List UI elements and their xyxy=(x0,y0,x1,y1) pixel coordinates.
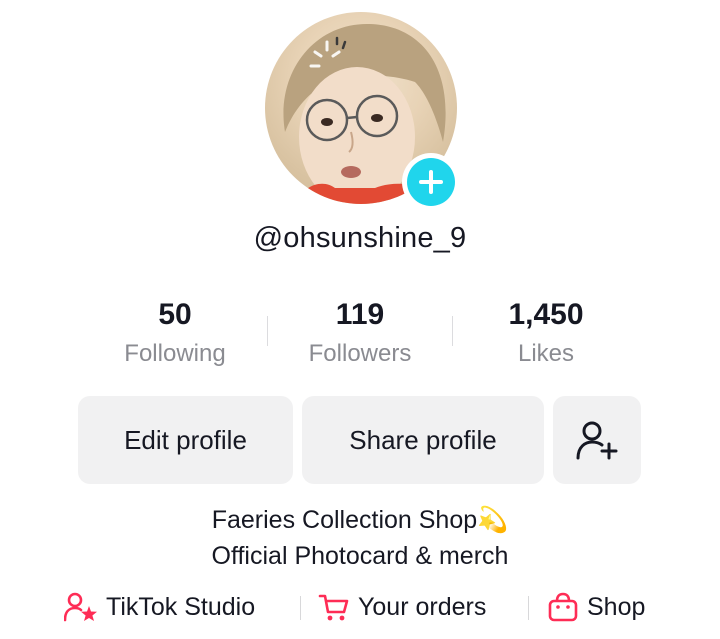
share-profile-label: Share profile xyxy=(349,424,497,455)
edit-profile-button[interactable]: Edit profile xyxy=(78,396,293,484)
add-avatar-button[interactable] xyxy=(402,153,460,211)
dizzy-emoji: 💫 xyxy=(477,506,509,534)
username: @ohsunshine_9 xyxy=(253,222,467,254)
edit-profile-label: Edit profile xyxy=(124,424,247,455)
following-label: Following xyxy=(124,340,226,367)
bio-line-1: Faeries Collection Shop💫 xyxy=(0,502,720,538)
following-count: 50 xyxy=(158,298,192,331)
creator-star-icon xyxy=(64,592,97,622)
tiktok-studio-link[interactable]: TikTok Studio xyxy=(64,588,255,626)
profile-avatar-container[interactable] xyxy=(265,12,460,211)
shop-label: Shop xyxy=(587,592,646,621)
plus-icon xyxy=(407,158,455,206)
shop-link[interactable]: Shop xyxy=(547,588,645,626)
stat-followers[interactable]: 119 Followers xyxy=(270,295,450,371)
likes-count: 1,450 xyxy=(508,298,584,331)
likes-label: Likes xyxy=(517,340,575,367)
stats-divider xyxy=(452,316,453,346)
stat-likes[interactable]: 1,450 Likes xyxy=(456,295,636,371)
profile-links-row: TikTok Studio Your orders Shop xyxy=(0,588,720,626)
person-add-icon xyxy=(576,421,618,460)
followers-label: Followers xyxy=(308,340,412,367)
links-separator xyxy=(300,596,301,620)
cart-icon xyxy=(318,594,349,621)
shopping-bag-icon xyxy=(548,592,578,622)
stats-divider xyxy=(267,316,268,346)
your-orders-label: Your orders xyxy=(358,592,487,621)
profile-stats: 50 Following 119 Followers 1,450 Likes xyxy=(80,295,640,375)
followers-count: 119 xyxy=(335,298,385,331)
profile-bio: Faeries Collection Shop💫 Official Photoc… xyxy=(0,502,720,574)
bio-line-1-text: Faeries Collection Shop xyxy=(211,506,478,534)
tiktok-studio-label: TikTok Studio xyxy=(106,592,256,621)
share-profile-button[interactable]: Share profile xyxy=(302,396,544,484)
bio-line-2: Official Photocard & merch xyxy=(211,542,509,570)
your-orders-link[interactable]: Your orders xyxy=(318,588,486,626)
links-separator xyxy=(528,596,529,620)
stat-following[interactable]: 50 Following xyxy=(85,295,265,371)
add-friend-button[interactable] xyxy=(553,396,641,484)
